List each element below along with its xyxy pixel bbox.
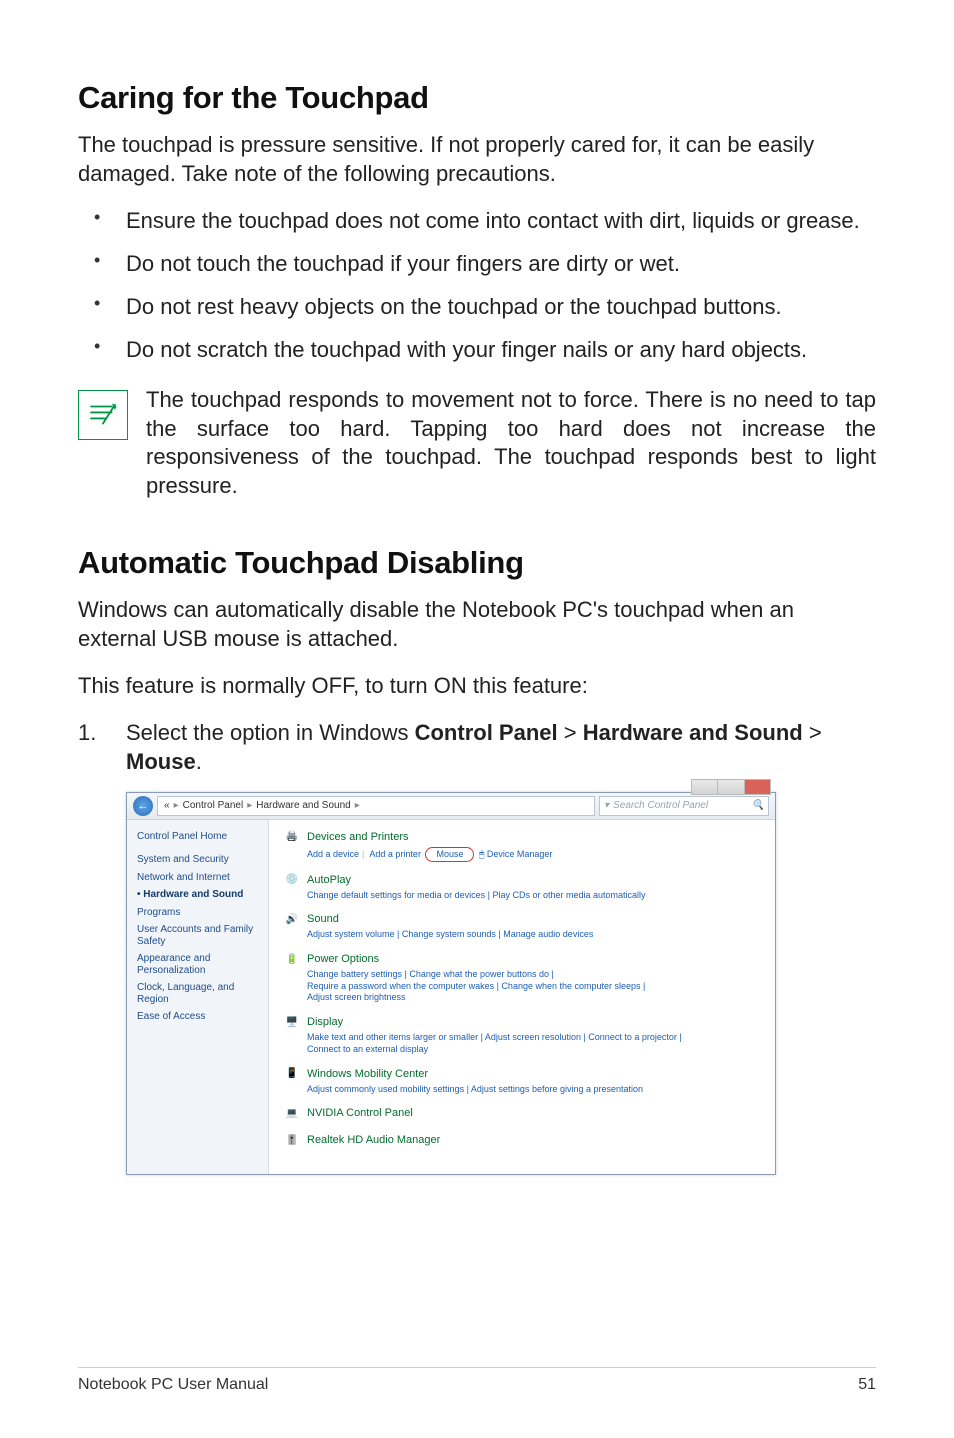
sidebar-item[interactable]: Control Panel Home xyxy=(135,828,260,846)
search-icon: 🔍 xyxy=(752,800,764,811)
precaution-list: Ensure the touchpad does not come into c… xyxy=(78,206,876,364)
autoplay-icon: 💿 xyxy=(283,871,301,889)
sidebar-item[interactable]: Ease of Access xyxy=(135,1008,260,1026)
back-button[interactable]: ← xyxy=(133,796,153,816)
breadcrumb-item[interactable]: Hardware and Sound xyxy=(256,800,351,811)
realtek-icon: 🎚️ xyxy=(283,1131,301,1149)
breadcrumb-root-icon: « xyxy=(164,800,170,811)
mouse-link-highlighted[interactable]: Mouse xyxy=(425,847,474,862)
nvidia-icon: 💻 xyxy=(283,1104,301,1122)
control-panel-main: 🖨️ Devices and Printers Add a device| Ad… xyxy=(269,820,775,1175)
para-auto-2: This feature is normally OFF, to turn ON… xyxy=(78,671,876,700)
sidebar-item[interactable]: Network and Internet xyxy=(135,869,260,887)
breadcrumb[interactable]: « ▸ Control Panel ▸ Hardware and Sound ▸ xyxy=(157,796,595,816)
para-auto-1: Windows can automatically disable the No… xyxy=(78,595,876,653)
sidebar-item[interactable]: Clock, Language, and Region xyxy=(135,979,260,1008)
power-icon: 🔋 xyxy=(283,950,301,968)
mobility-icon: 📱 xyxy=(283,1065,301,1083)
window-controls xyxy=(691,779,771,795)
display-link[interactable]: Display xyxy=(307,1016,343,1028)
device-manager-link[interactable]: Device Manager xyxy=(487,849,553,859)
sidebar-item[interactable]: User Accounts and Family Safety xyxy=(135,921,260,950)
steps-list: Select the option in Windows Control Pan… xyxy=(78,718,876,776)
page-number: 51 xyxy=(858,1376,876,1394)
page-footer: Notebook PC User Manual 51 xyxy=(78,1367,876,1394)
intro-caring: The touchpad is pressure sensitive. If n… xyxy=(78,130,876,188)
display-icon: 🖥️ xyxy=(283,1013,301,1031)
control-panel-screenshot: ← « ▸ Control Panel ▸ Hardware and Sound… xyxy=(126,792,776,1176)
autoplay-sublinks[interactable]: Change default settings for media or dev… xyxy=(307,890,761,902)
add-device-link[interactable]: Add a device xyxy=(307,849,359,859)
nvidia-link[interactable]: NVIDIA Control Panel xyxy=(307,1107,413,1119)
note-text: The touchpad responds to movement not to… xyxy=(146,386,876,500)
heading-caring: Caring for the Touchpad xyxy=(78,80,876,116)
breadcrumb-item[interactable]: Control Panel xyxy=(183,800,244,811)
heading-auto-disable: Automatic Touchpad Disabling xyxy=(78,545,876,581)
autoplay-link[interactable]: AutoPlay xyxy=(307,874,351,886)
sound-sublinks[interactable]: Adjust system volume | Change system sou… xyxy=(307,929,761,941)
note-icon xyxy=(78,390,128,440)
mobility-center-link[interactable]: Windows Mobility Center xyxy=(307,1068,428,1080)
step-1: Select the option in Windows Control Pan… xyxy=(78,718,876,776)
footer-title: Notebook PC User Manual xyxy=(78,1376,268,1394)
power-options-link[interactable]: Power Options xyxy=(307,953,379,965)
devices-icon: 🖨️ xyxy=(283,828,301,846)
power-sublinks[interactable]: Change battery settings | Change what th… xyxy=(307,969,761,1004)
sidebar-item[interactable]: Programs xyxy=(135,904,260,922)
mobility-sublinks[interactable]: Adjust commonly used mobility settings |… xyxy=(307,1084,761,1096)
sound-link[interactable]: Sound xyxy=(307,913,339,925)
devices-and-printers-link[interactable]: Devices and Printers xyxy=(307,831,409,843)
sidebar-item-active[interactable]: Hardware and Sound xyxy=(135,886,260,904)
sidebar-item[interactable]: System and Security xyxy=(135,851,260,869)
add-printer-link[interactable]: Add a printer xyxy=(369,849,421,859)
control-panel-sidebar: Control Panel Home System and Security N… xyxy=(127,820,269,1175)
precaution-item: Do not rest heavy objects on the touchpa… xyxy=(78,292,876,321)
precaution-item: Ensure the touchpad does not come into c… xyxy=(78,206,876,235)
realtek-link[interactable]: Realtek HD Audio Manager xyxy=(307,1134,440,1146)
note-block: The touchpad responds to movement not to… xyxy=(78,386,876,500)
display-sublinks[interactable]: Make text and other items larger or smal… xyxy=(307,1032,761,1055)
search-input[interactable]: ▾ Search Control Panel🔍 xyxy=(599,796,769,816)
sidebar-item[interactable]: Appearance and Personalization xyxy=(135,950,260,979)
precaution-item: Do not touch the touchpad if your finger… xyxy=(78,249,876,278)
sound-icon: 🔊 xyxy=(283,910,301,928)
precaution-item: Do not scratch the touchpad with your fi… xyxy=(78,335,876,364)
